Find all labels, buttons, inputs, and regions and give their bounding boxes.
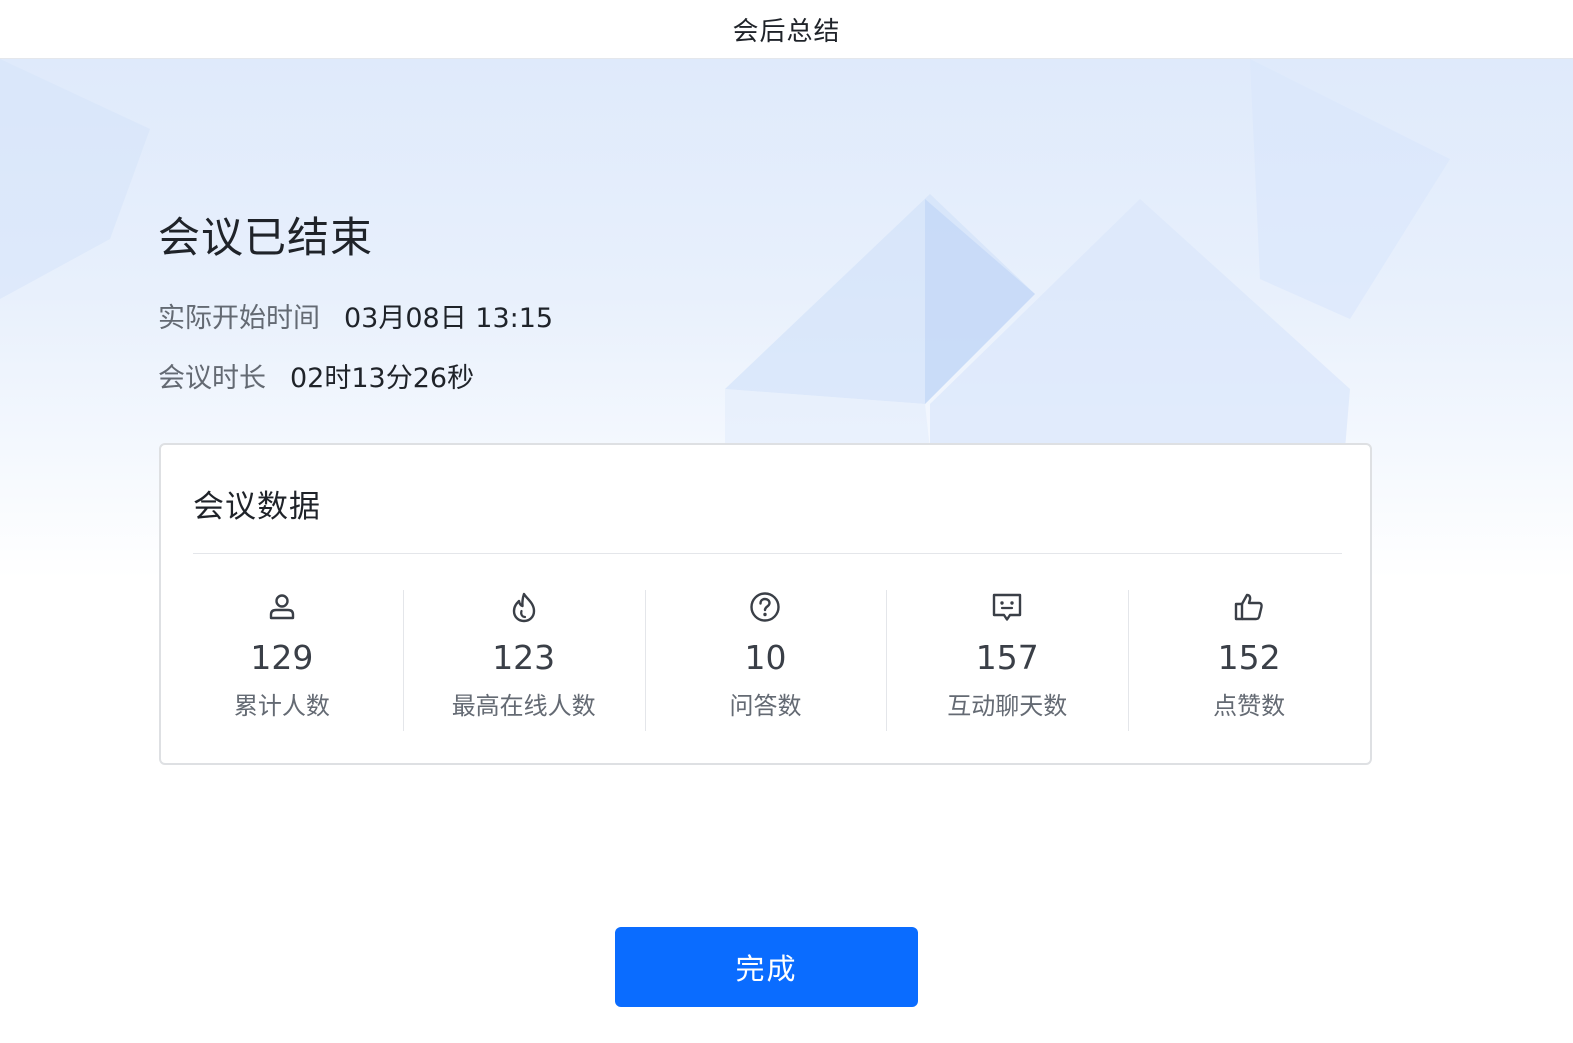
meeting-ended-title: 会议已结束 [158, 213, 374, 262]
stat-value: 10 [744, 638, 787, 677]
stats-row: 129 累计人数 123 最高在线人数 10 问答数 157 互动聊天数 152… [161, 590, 1370, 732]
start-time-label: 实际开始时间 [158, 303, 320, 334]
question-icon [750, 592, 781, 622]
stat-value: 152 [1217, 638, 1281, 677]
stat-value: 123 [492, 638, 556, 677]
meeting-data-title: 会议数据 [193, 489, 321, 525]
done-button[interactable]: 完成 [615, 927, 918, 1007]
meeting-summary-page: 会后总结 会议已结束 实际开始时间 03月08日 13:15 会议时长 02时1… [0, 0, 1573, 1043]
meeting-data-card: 会议数据 129 累计人数 123 最高在线人数 10 问答数 157 互动聊天… [159, 443, 1372, 765]
stat-peak-online: 123 最高在线人数 [402, 590, 645, 732]
stat-value: 129 [250, 638, 314, 677]
stat-chat-messages: 157 互动聊天数 [886, 590, 1128, 732]
duration-row: 会议时长 02时13分26秒 [158, 356, 474, 395]
window-title: 会后总结 [732, 16, 841, 47]
start-time-row: 实际开始时间 03月08日 13:15 [158, 296, 553, 335]
duration-value: 02时13分26秒 [290, 363, 475, 394]
chat-icon [993, 593, 1022, 621]
stat-label: 点赞数 [1213, 692, 1286, 720]
stat-questions: 10 问答数 [644, 590, 887, 732]
duration-label: 会议时长 [158, 363, 266, 394]
stat-total-attendees: 129 累计人数 [161, 590, 403, 732]
stat-label: 问答数 [729, 692, 802, 720]
stat-label: 最高在线人数 [451, 692, 596, 720]
thumbs-up-icon [1234, 593, 1263, 621]
stat-likes: 152 点赞数 [1128, 590, 1370, 732]
start-time-value: 03月08日 13:15 [344, 303, 554, 334]
stat-label: 互动聊天数 [947, 692, 1068, 720]
title-bar: 会后总结 [0, 0, 1573, 59]
card-divider [193, 553, 1342, 554]
stat-value: 157 [975, 638, 1039, 677]
person-icon [269, 594, 295, 620]
flame-icon [512, 592, 535, 623]
stat-label: 累计人数 [233, 692, 330, 720]
